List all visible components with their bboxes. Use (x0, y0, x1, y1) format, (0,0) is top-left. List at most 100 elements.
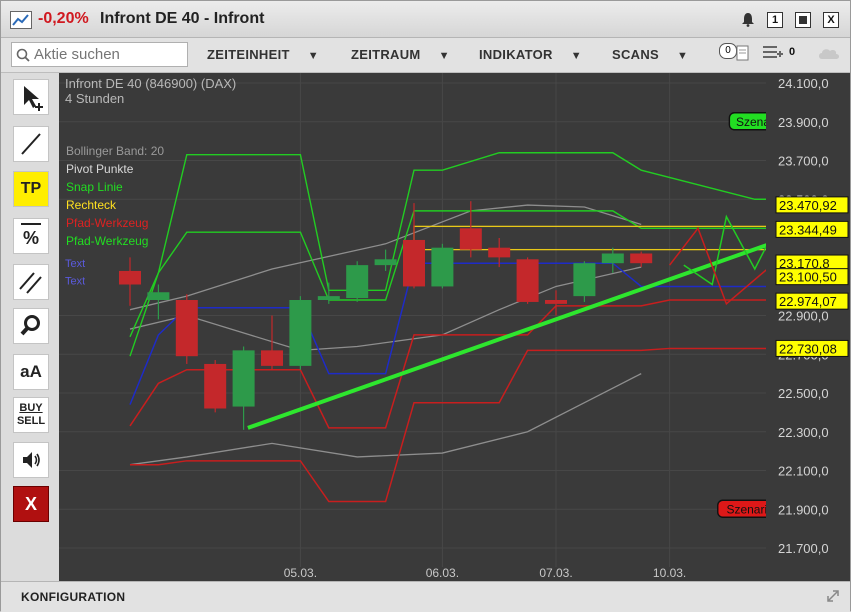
price-axis: 24.100,023.900,023.700,023.500,022.900,0… (766, 73, 850, 581)
candle-body (459, 228, 482, 250)
menu-zeitraum-label: ZEITRAUM (351, 47, 421, 62)
cloud-icon[interactable] (817, 46, 841, 65)
alerts-count-badge[interactable]: 0 (719, 43, 737, 59)
drawing-toolbar: TP % aA BUY SELL X (1, 73, 59, 580)
candle-body (119, 270, 141, 285)
y-tick-label: 22.100,0 (778, 464, 829, 479)
instrument-label: Infront DE 40 (846900) (DAX) (65, 76, 236, 91)
toolbar: ZEITEINHEIT ▼ ZEITRAUM ▼ INDIKATOR ▼ SCANS ▼… (1, 38, 850, 73)
candle-body (289, 300, 312, 366)
legend-item: Snap Linie (66, 180, 123, 194)
channel-tool-button[interactable] (13, 264, 49, 300)
candle-body (488, 247, 511, 258)
menu-scans-label: SCANS (612, 47, 660, 62)
y-tick-label: 22.900,0 (778, 309, 829, 324)
candle-body (317, 296, 340, 300)
candle-body (516, 259, 539, 302)
percent-tool-button[interactable]: % (13, 218, 49, 254)
configuration-button[interactable]: KONFIGURATION (21, 590, 125, 604)
candle-body (147, 292, 170, 300)
y-tick-label: 21.700,0 (778, 541, 829, 556)
scenario-short-label: Szenario Short (726, 502, 766, 516)
candle-body (431, 247, 454, 287)
buy-sell-icon: BUY SELL (14, 402, 48, 428)
watchlist-count-badge: 0 (789, 46, 796, 58)
chevron-down-icon: ▼ (677, 50, 689, 62)
price-label: 22.974,07 (779, 294, 837, 309)
y-tick-label: 22.500,0 (778, 386, 829, 401)
scenario-long-label: Szenario Long (736, 115, 766, 129)
text-drawing-2: Text (65, 276, 85, 288)
percent-icon: % (22, 228, 39, 248)
tp-icon: TP (20, 180, 42, 197)
menu-zeitraum[interactable]: ZEITRAUM ▼ (351, 47, 450, 62)
resize-icon[interactable] (825, 588, 841, 609)
magnifier-icon (14, 315, 48, 347)
delete-drawings-button[interactable]: X (13, 486, 49, 522)
y-tick-label: 23.900,0 (778, 115, 829, 130)
price-label: 23.344,49 (779, 222, 837, 237)
chart-app-icon (10, 11, 32, 29)
candle-body (204, 363, 227, 409)
chevron-down-icon: ▼ (438, 50, 450, 62)
note-icon[interactable] (736, 44, 750, 67)
candle-body (403, 239, 425, 287)
trendline-tool-button[interactable] (13, 126, 49, 162)
watchlist-add-icon[interactable] (762, 43, 784, 68)
candle-body (232, 350, 255, 407)
menu-indikator-label: INDIKATOR (479, 47, 553, 62)
cursor-tool-button[interactable] (13, 79, 49, 115)
legend-item: Rechteck (66, 198, 117, 212)
delete-icon: X (24, 494, 37, 514)
legend-item: Bollinger Band: 20 (66, 144, 164, 158)
bell-icon[interactable] (741, 12, 755, 27)
candle-body (601, 253, 624, 264)
percent-bar (21, 223, 41, 225)
y-tick-label: 22.300,0 (778, 425, 829, 440)
price-chart[interactable]: Szenario Long Szenario Short Text Text Infro… (59, 73, 766, 581)
window-title: Infront DE 40 - Infront (100, 10, 265, 27)
price-label: 22.730,08 (779, 341, 837, 356)
search-icon (16, 48, 30, 67)
close-button[interactable]: X (823, 12, 839, 28)
buy-sell-button[interactable]: BUY SELL (13, 397, 49, 433)
legend-item: Pfad-Werkzeug (66, 234, 148, 248)
sound-button[interactable] (13, 442, 49, 478)
menu-scans[interactable]: SCANS ▼ (612, 47, 688, 62)
tp-tool-button[interactable]: TP (13, 171, 49, 207)
search-input[interactable] (34, 45, 182, 63)
candle-body (545, 300, 567, 304)
title-bar: -0,20% Infront DE 40 - Infront 1 X (1, 1, 850, 38)
menu-indikator[interactable]: INDIKATOR ▼ (479, 47, 582, 62)
footer-bar: KONFIGURATION (1, 581, 850, 612)
title-change: -0,20% (38, 10, 89, 27)
candle-body (374, 259, 397, 266)
x-tick-label: 07.03. (539, 566, 572, 580)
chevron-down-icon: ▼ (570, 50, 582, 62)
maximize-button[interactable] (795, 12, 811, 28)
menu-zeiteinheit[interactable]: ZEITEINHEIT ▼ (207, 47, 319, 62)
menu-zeiteinheit-label: ZEITEINHEIT (207, 47, 290, 62)
candle-body (630, 253, 653, 264)
x-tick-label: 10.03. (653, 566, 686, 580)
text-drawing: Text (65, 258, 85, 270)
timeframe-label: 4 Stunden (65, 91, 124, 106)
zoom-tool-button[interactable] (13, 308, 49, 344)
chevron-down-icon: ▼ (307, 50, 319, 62)
parallel-lines-icon (14, 272, 48, 303)
y-tick-label: 23.700,0 (778, 154, 829, 169)
text-tool-button[interactable]: aA (13, 354, 49, 390)
price-label: 23.100,50 (779, 270, 837, 285)
cursor-plus-icon (14, 86, 48, 118)
app-window: -0,20% Infront DE 40 - Infront 1 X ZEITE… (0, 0, 851, 612)
detach-button[interactable]: 1 (767, 12, 783, 28)
legend-item: Pfad-Werkzeug (66, 216, 148, 230)
y-tick-label: 21.900,0 (778, 502, 829, 517)
buy-label: BUY (19, 402, 43, 414)
candle-body (261, 350, 283, 366)
search-box[interactable] (11, 42, 188, 67)
speaker-icon (14, 452, 48, 481)
legend-item: Pivot Punkte (66, 162, 134, 176)
y-tick-label: 24.100,0 (778, 76, 829, 91)
bollinger-mid (129, 266, 642, 352)
